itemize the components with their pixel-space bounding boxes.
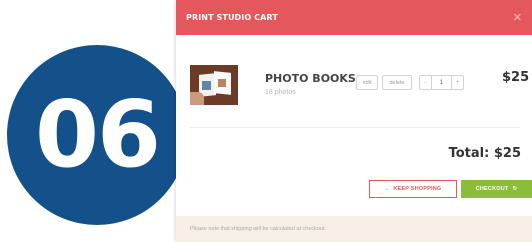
cart-header: PRINT STUDIO CART ✕ xyxy=(176,0,532,35)
step-badge: 06 xyxy=(7,45,187,225)
keep-shopping-label: KEEP SHOPPING xyxy=(393,186,442,192)
checkout-button[interactable]: CHECKOUT ↻ xyxy=(461,180,532,198)
shipping-note: Please note that shipping will be calcul… xyxy=(176,216,532,242)
divider xyxy=(190,127,520,128)
quantity-stepper: - 1 + xyxy=(419,75,464,90)
item-subtitle: 18 photos xyxy=(265,89,296,96)
keep-shopping-button[interactable]: ← KEEP SHOPPING xyxy=(369,180,457,198)
edit-button[interactable]: edit xyxy=(356,75,378,90)
arrow-left-icon: ← xyxy=(384,186,391,192)
cart-panel: PRINT STUDIO CART ✕ PHOTO BOOKS 18 photo… xyxy=(176,0,532,242)
close-icon[interactable]: ✕ xyxy=(513,11,522,24)
step-number: 06 xyxy=(34,81,161,188)
checkout-label: CHECKOUT xyxy=(475,186,509,192)
item-price: $25 xyxy=(502,70,530,85)
increase-quantity-button[interactable]: + xyxy=(451,76,463,89)
quantity-input[interactable]: 1 xyxy=(432,76,451,89)
shipping-note-text: Please note that shipping will be calcul… xyxy=(190,226,327,232)
decrease-quantity-button[interactable]: - xyxy=(420,76,432,89)
item-name: PHOTO BOOKS xyxy=(265,72,356,85)
delete-button[interactable]: delete xyxy=(382,75,412,90)
cart-item: PHOTO BOOKS 18 photos edit delete - 1 + … xyxy=(176,58,532,112)
refresh-icon: ↻ xyxy=(512,186,518,192)
cart-total: Total: $25 xyxy=(448,146,521,161)
cart-title: PRINT STUDIO CART xyxy=(186,13,278,22)
photo-book-thumbnail xyxy=(190,65,238,105)
